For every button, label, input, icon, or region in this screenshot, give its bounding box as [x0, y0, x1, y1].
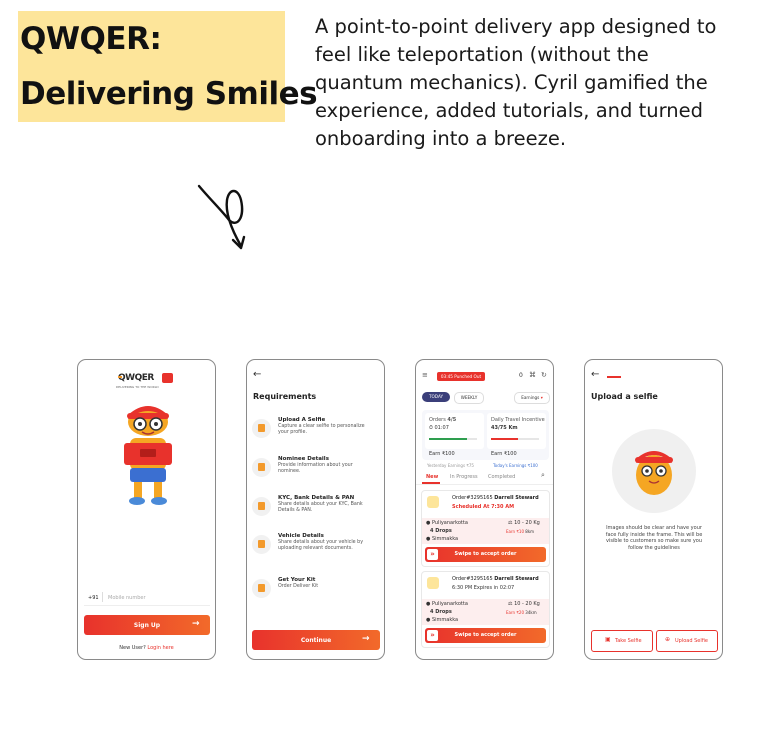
today-earnings[interactable]: Today's Earnings ₹100 — [493, 463, 538, 469]
order-schedule: Scheduled At 7:30 AM — [452, 504, 515, 510]
weight-range: ⚖ 10 - 20 Kg — [508, 601, 540, 607]
vehicle-icon — [252, 535, 271, 554]
back-arrow-icon[interactable]: ← — [253, 369, 261, 380]
tagline: DELIVERING TO THE WORLD — [116, 385, 159, 389]
order-earn: Earn ₹20 — [506, 610, 524, 615]
progress-step-indicator — [607, 376, 621, 378]
kit-icon — [252, 579, 271, 598]
phone-orders: ≡ 03:45 Punched Out 0 ⌘ ↻ TODAY WEEKLY E… — [415, 359, 554, 660]
take-selfie-button[interactable]: ▣ Take Selfie — [591, 630, 653, 652]
nominee-icon — [252, 458, 271, 477]
order-id: Order#3295165 — [452, 495, 493, 501]
drop-location: Simmakka — [431, 617, 459, 623]
drop-location: Simmakka — [431, 536, 459, 542]
notification-count: 0 — [519, 372, 523, 379]
mascot-avatar — [635, 451, 673, 495]
phone-requirements: ← Requirements Upload A Selfie Capture a… — [246, 359, 385, 660]
phone-placeholder: Mobile number — [108, 595, 146, 601]
phone-upload-selfie: ← Upload a selfie Images should be clear… — [584, 359, 723, 660]
project-description: A point-to-point delivery app designed t… — [315, 15, 717, 150]
swipe-accept-order[interactable]: » Swipe to accept order — [425, 628, 546, 643]
req-upload-selfie[interactable]: Upload A Selfie Capture a clear selfie t… — [252, 417, 380, 447]
requirements-title: Requirements — [253, 392, 317, 401]
order-distance: 8km — [525, 529, 535, 534]
signup-button[interactable]: Sign Up → — [84, 615, 210, 635]
new-user-row: New User? Login here — [119, 645, 174, 651]
upload-selfie-title: Upload a selfie — [591, 392, 658, 401]
orders-time: ⏱ 01:07 — [429, 425, 449, 431]
menu-icon[interactable]: ≡ — [422, 371, 428, 379]
yesterday-earnings: Yesterday Earnings ₹75 — [427, 463, 474, 468]
earn-right: Earn ₹100 — [491, 451, 517, 457]
order-schedule: 6:30 PM Expires in 02:07 — [452, 585, 515, 591]
tab-today[interactable]: TODAY — [422, 392, 450, 402]
customer-name: Darrell Steward — [494, 576, 539, 582]
order-card-2[interactable]: Order#3295165 Darrell Steward 6:30 PM Ex… — [421, 571, 550, 648]
arrow-right-icon: → — [192, 619, 200, 629]
order-card-1[interactable]: Order#3295165 Darrell Steward Scheduled … — [421, 490, 550, 567]
search-icon[interactable]: ⌕ — [541, 471, 545, 480]
login-link[interactable]: Login here — [147, 645, 173, 651]
pickup-location: Puliyanarkotta — [431, 601, 468, 607]
phone-signup: QWQER DELIVERING TO THE WORLD +91 Mobile… — [77, 359, 216, 660]
upload-selfie-button[interactable]: ⊕ Upload Selfie — [656, 630, 718, 652]
earnings-dropdown[interactable]: Earnings ▾ — [514, 392, 550, 404]
req-kyc-bank-pan[interactable]: KYC, Bank Details & PAN Share details ab… — [252, 495, 380, 525]
order-earn: Earn ₹10 — [506, 529, 524, 534]
camera-icon: ▣ — [605, 636, 611, 643]
customer-name: Darrell Steward — [494, 495, 539, 501]
scan-icon[interactable]: ⌘ — [529, 371, 536, 379]
upload-icon: ⊕ — [665, 636, 671, 643]
title-line-1: QWQER: — [20, 21, 162, 57]
req-vehicle-details[interactable]: Vehicle Details Share details about your… — [252, 533, 380, 563]
chevron-down-icon: ▾ — [540, 395, 543, 400]
drops-count: 4 Drops — [430, 609, 452, 615]
drops-count: 4 Drops — [430, 528, 452, 534]
tab-weekly[interactable]: WEEKLY — [454, 392, 484, 404]
order-tabs: New In Progress Completed ⌕ — [416, 470, 553, 485]
title-line-2: Delivering Smiles — [20, 76, 318, 112]
orders-progress-fill — [429, 438, 468, 440]
tab-in-progress[interactable]: In Progress — [450, 474, 478, 480]
incentive-value: 43/75 Km — [491, 425, 518, 431]
tab-completed[interactable]: Completed — [488, 474, 515, 480]
selfie-instructions: Images should be clear and have your fac… — [605, 525, 703, 551]
back-arrow-icon[interactable]: ← — [591, 369, 599, 380]
req-get-kit[interactable]: Get Your Kit Order Deliver Kit — [252, 577, 380, 607]
mascot-illustration — [124, 406, 172, 505]
incentive-label: Daily Travel Incentive — [491, 417, 545, 423]
incentive-progress-fill — [491, 438, 519, 440]
curly-arrow-icon — [197, 184, 246, 250]
punch-status-badge[interactable]: 03:45 Punched Out — [437, 372, 485, 381]
orders-label: Orders — [429, 417, 446, 423]
package-icon — [427, 496, 439, 508]
weight-range: ⚖ 10 - 20 Kg — [508, 520, 540, 526]
package-icon — [427, 577, 439, 589]
selfie-icon — [252, 419, 271, 438]
continue-button[interactable]: Continue → — [252, 630, 380, 650]
order-distance: 34km — [525, 610, 537, 615]
kyc-icon — [252, 497, 271, 516]
order-id: Order#3295165 — [452, 576, 493, 582]
arrow-right-icon: → — [362, 634, 370, 644]
qwqer-logo: QWQER — [118, 373, 176, 385]
stats-panel: Orders 4/5 ⏱ 01:07 Daily Travel Incentiv… — [422, 410, 549, 460]
tab-new[interactable]: New — [426, 474, 438, 480]
phone-number-field[interactable]: +91 Mobile number — [84, 590, 210, 606]
orders-value: 4/5 — [447, 417, 457, 423]
earn-left: Earn ₹100 — [429, 451, 455, 457]
req-nominee-details[interactable]: Nominee Details Provide information abou… — [252, 456, 380, 486]
swipe-accept-order[interactable]: » Swipe to accept order — [425, 547, 546, 562]
pickup-location: Puliyanarkotta — [431, 520, 468, 526]
refresh-icon[interactable]: ↻ — [541, 371, 547, 379]
selfie-frame — [612, 429, 696, 513]
